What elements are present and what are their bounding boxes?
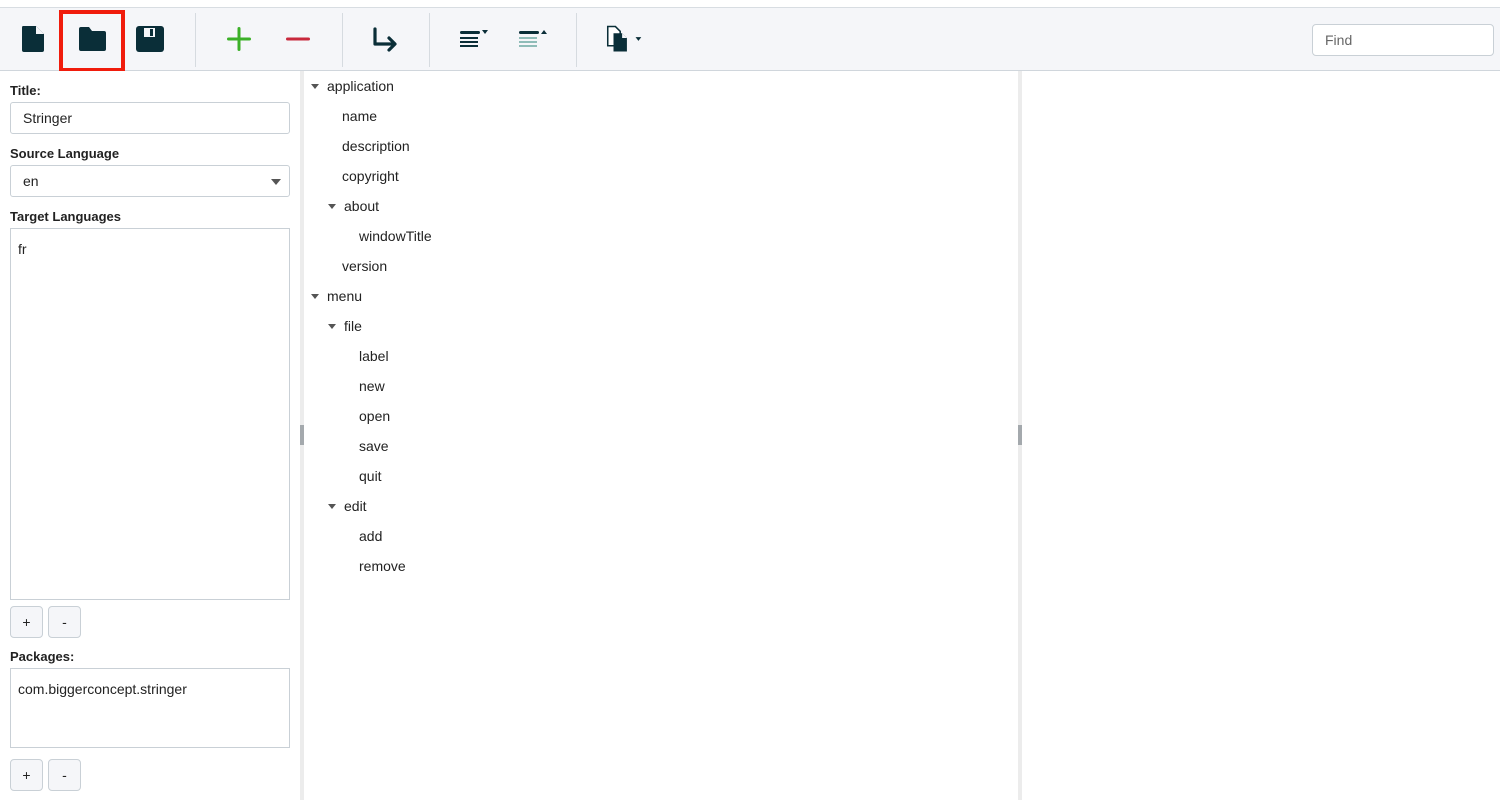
remove-target-language-button[interactable]: - xyxy=(48,606,81,638)
expand-all-button[interactable] xyxy=(450,16,496,62)
tree-node-label: menu xyxy=(327,288,363,304)
window-top-edge xyxy=(0,0,1500,8)
title-label: Title: xyxy=(10,83,41,98)
lines-caret-up-icon xyxy=(519,30,547,47)
copy-files-dropdown-icon xyxy=(606,25,642,52)
toolbar-separator xyxy=(342,13,343,67)
new-file-button[interactable] xyxy=(10,16,56,62)
arrow-turn-right-icon xyxy=(373,27,397,52)
tree-node[interactable]: description xyxy=(342,131,410,161)
packages-list[interactable]: com.biggerconcept.stringer xyxy=(10,668,290,748)
target-languages-label: Target Languages xyxy=(10,209,122,224)
strings-tree: application name description copyright about… xyxy=(304,71,1018,800)
tree-node-label: windowTitle xyxy=(359,228,432,244)
tree-node-label: version xyxy=(342,258,388,274)
disclosure-triangle-icon[interactable] xyxy=(311,83,319,89)
toolbar-separator xyxy=(195,13,196,67)
remove-package-button[interactable]: - xyxy=(48,759,81,791)
tree-node-label: remove xyxy=(359,558,406,574)
tree-node-label: new xyxy=(359,378,385,394)
tree-node-label: quit xyxy=(359,468,382,484)
tree-node-label: edit xyxy=(344,498,367,514)
tree-node-label: label xyxy=(359,348,389,364)
tree-node-label: about xyxy=(344,198,380,214)
tree-node-label: save xyxy=(359,438,389,454)
tree-node-label: description xyxy=(342,138,410,154)
tree-node-label: file xyxy=(344,318,362,334)
floppy-disk-icon xyxy=(136,26,164,52)
minus-icon xyxy=(286,37,310,41)
folder-icon xyxy=(79,27,106,51)
open-folder-button[interactable] xyxy=(69,16,115,62)
tree-node[interactable]: new xyxy=(359,371,385,401)
tree-node[interactable]: quit xyxy=(359,461,382,491)
save-button[interactable] xyxy=(127,16,173,62)
lines-caret-down-icon xyxy=(460,30,488,47)
add-target-language-button[interactable]: + xyxy=(10,606,43,638)
tree-node[interactable]: menu xyxy=(311,281,362,311)
tree-node-label: add xyxy=(359,528,383,544)
find-input[interactable] xyxy=(1312,24,1494,56)
tree-node[interactable]: save xyxy=(359,431,389,461)
tree-node[interactable]: add xyxy=(359,521,382,551)
toolbar xyxy=(0,8,1500,72)
toolbar-separator xyxy=(429,13,430,67)
disclosure-triangle-icon[interactable] xyxy=(311,293,319,299)
disclosure-triangle-icon[interactable] xyxy=(328,503,336,509)
tree-node[interactable]: label xyxy=(359,341,389,371)
tree-node[interactable]: windowTitle xyxy=(359,221,432,251)
target-languages-list[interactable]: fr xyxy=(10,228,290,600)
disclosure-triangle-icon[interactable] xyxy=(328,203,336,209)
tree-node[interactable]: application xyxy=(311,71,394,101)
disclosure-triangle-icon[interactable] xyxy=(328,323,336,329)
tree-node[interactable]: open xyxy=(359,401,390,431)
chevron-down-icon xyxy=(271,179,281,185)
packages-label: Packages: xyxy=(10,649,75,664)
tree-node[interactable]: version xyxy=(342,251,387,281)
source-language-value: en xyxy=(23,173,39,189)
title-value: Stringer xyxy=(23,110,73,126)
tree-node-label: application xyxy=(327,78,394,94)
tree-node[interactable]: edit xyxy=(328,491,367,521)
collapse-all-button[interactable] xyxy=(509,16,555,62)
export-menu-button[interactable] xyxy=(602,16,648,62)
toolbar-separator xyxy=(576,13,577,67)
source-language-label: Source Language xyxy=(10,146,120,161)
add-package-button[interactable]: + xyxy=(10,759,43,791)
tree-node[interactable]: file xyxy=(328,311,362,341)
tree-node-label: name xyxy=(342,108,378,124)
tree-node[interactable]: name xyxy=(342,101,377,131)
add-button[interactable] xyxy=(216,16,262,62)
tree-node[interactable]: copyright xyxy=(342,161,399,191)
file-icon xyxy=(22,26,44,52)
title-input[interactable]: Stringer xyxy=(10,102,290,134)
project-properties-panel: Title: Stringer Source Language en Targe… xyxy=(0,71,300,800)
tree-node-label: copyright xyxy=(342,168,399,184)
tree-node[interactable]: about xyxy=(328,191,379,221)
list-item[interactable]: com.biggerconcept.stringer xyxy=(18,681,282,697)
source-language-select[interactable]: en xyxy=(10,165,290,197)
tree-node-label: open xyxy=(359,408,391,424)
remove-button[interactable] xyxy=(275,16,321,62)
move-into-button[interactable] xyxy=(362,16,408,62)
list-item[interactable]: fr xyxy=(18,241,282,257)
plus-icon xyxy=(227,27,251,51)
detail-panel xyxy=(1022,71,1500,800)
tree-node[interactable]: remove xyxy=(359,551,406,581)
